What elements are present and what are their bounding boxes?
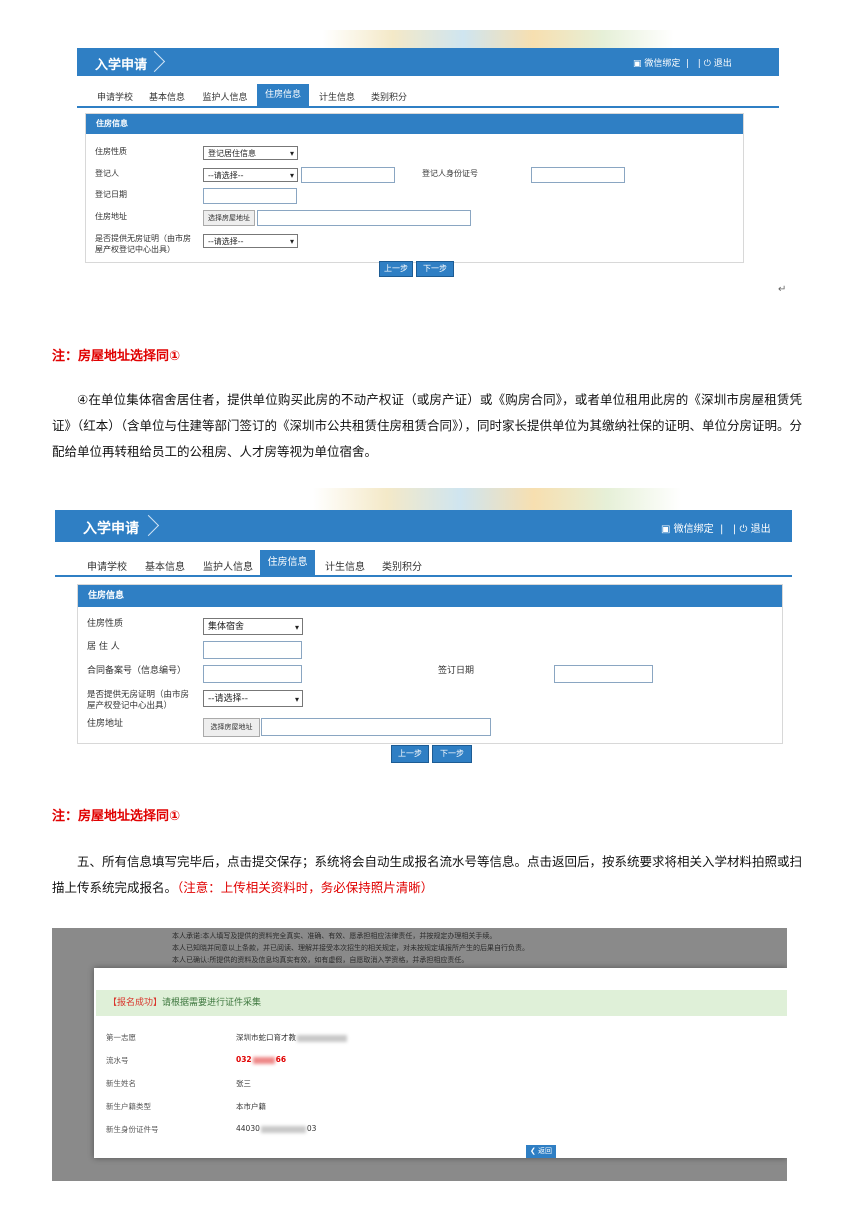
- success-prefix: 【报名成功】: [108, 998, 163, 1008]
- background-commitment-line: 本人已确认:所提供的资料及信息均真实有效，如有虚假，自愿取消入学资格，并承担相应…: [172, 956, 469, 964]
- sign-date-input[interactable]: [554, 665, 653, 683]
- housing-panel: 住房信息 住房性质 集体宿舍 居 住 人 合同备案号（信息编号） 签订日期 是否…: [77, 584, 783, 744]
- decorative-banner: [77, 30, 779, 48]
- wechat-icon: ▣: [633, 59, 645, 69]
- app-header: 入学申请 ▣ 微信绑定 | | ⏻ 退出: [55, 510, 792, 542]
- housing-nature-label: 住房性质: [95, 147, 127, 156]
- resident-input[interactable]: [203, 641, 302, 659]
- redacted-mark: [297, 1034, 347, 1042]
- student-name-value: 张三: [236, 1079, 251, 1088]
- app-title: 入学申请: [83, 521, 139, 537]
- housing-panel: 住房信息 住房性质 登记居住信息 登记人 --请选择-- 登记人身份证号 登记日…: [85, 113, 744, 263]
- registrant-label: 登记人: [95, 169, 119, 178]
- app-header: 入学申请 ▣ 微信绑定 | | ⏻ 退出: [77, 48, 779, 76]
- tab-school[interactable]: 申请学校: [81, 558, 133, 573]
- tab-family-planning[interactable]: 计生信息: [313, 90, 361, 103]
- tab-category-points[interactable]: 类别积分: [365, 90, 413, 103]
- header-actions: ▣ 微信绑定 | | ⏻ 退出: [633, 59, 732, 69]
- power-icon: ⏻: [739, 524, 748, 535]
- prev-step-button[interactable]: 上一步: [379, 261, 413, 277]
- registrant-select[interactable]: --请选择--: [203, 168, 298, 183]
- logout-link[interactable]: 退出: [714, 59, 732, 69]
- back-button[interactable]: ❮ 返回: [526, 1145, 556, 1158]
- address-label: 住房地址: [95, 212, 127, 221]
- redacted-mark: [252, 1056, 275, 1064]
- no-house-proof-select[interactable]: --请选择--: [203, 234, 298, 249]
- no-house-proof-select[interactable]: --请选择--: [203, 690, 303, 708]
- registrant-id-input[interactable]: [531, 167, 625, 183]
- background-commitment-line: 本人承诺:本人填写及提供的资料完全真实、准确、有效、愿承担相应法律责任，并按规定…: [172, 932, 497, 940]
- power-icon: ⏻: [703, 59, 711, 69]
- serial-number-value: 032 66: [236, 1055, 287, 1064]
- header-actions: ▣ 微信绑定 | | ⏻ 退出: [661, 524, 771, 535]
- address-label: 住房地址: [87, 719, 124, 729]
- note-address-2: 注：房屋地址选择同①: [52, 809, 181, 824]
- tab-guardian[interactable]: 监护人信息: [199, 558, 257, 573]
- screenshot-housing-dormitory: 入学申请 ▣ 微信绑定 | | ⏻ 退出 申请学校 基本信息 监护人信息 住房信…: [55, 488, 792, 763]
- tab-family-planning[interactable]: 计生信息: [320, 558, 370, 573]
- student-id-value: 44030 03: [236, 1124, 317, 1133]
- success-text: 请根据需要进行证件采集: [162, 998, 262, 1008]
- select-address-button[interactable]: 选择房屋地址: [203, 718, 260, 737]
- return-mark: ↵: [778, 284, 787, 295]
- redacted-mark: [260, 1125, 306, 1133]
- tab-basic-info[interactable]: 基本信息: [139, 558, 191, 573]
- tab-bar: 申请学校 基本信息 监护人信息 住房信息 计生信息 类别积分: [55, 550, 792, 577]
- next-step-button[interactable]: 下一步: [432, 745, 472, 763]
- registrant-id-label: 登记人身份证号: [422, 169, 478, 178]
- no-house-proof-label: 是否提供无房证明（由市房屋产权登记中心出具）: [95, 234, 191, 254]
- chevron-right-icon: [143, 50, 166, 73]
- background-commitment-line: 本人已知晓并同意以上条款，并已阅读、理解并接受本次招生的相关规定，对未按规定填报…: [172, 944, 529, 952]
- tab-category-points[interactable]: 类别积分: [377, 558, 427, 573]
- chevron-left-icon: ❮: [529, 1147, 539, 1155]
- sign-date-label: 签订日期: [438, 666, 475, 676]
- housing-nature-label: 住房性质: [87, 619, 124, 629]
- chevron-right-icon: [137, 514, 160, 537]
- tab-guardian[interactable]: 监护人信息: [197, 90, 253, 103]
- success-banner: 【报名成功】请根据需要进行证件采集: [96, 990, 787, 1016]
- no-house-proof-label: 是否提供无房证明（由市房屋产权登记中心出具）: [87, 690, 190, 711]
- registrant-input[interactable]: [301, 167, 395, 183]
- first-choice-label: 第一志愿: [106, 1033, 136, 1042]
- contract-number-label: 合同备案号（信息编号）: [87, 666, 187, 676]
- screenshot-housing-registered: 入学申请 ▣ 微信绑定 | | ⏻ 退出 申请学校 基本信息 监护人信息 住房信…: [77, 30, 779, 277]
- wechat-icon: ▣: [661, 524, 674, 535]
- address-input[interactable]: [257, 210, 471, 226]
- app-title: 入学申请: [95, 58, 148, 73]
- decorative-banner: [55, 488, 792, 510]
- select-address-button[interactable]: 选择房屋地址: [203, 210, 255, 226]
- paragraph-submit-warning: （注意：上传相关资料时，务必保持照片清晰）: [177, 880, 434, 895]
- first-choice-value: 深圳市蛇口育才教: [236, 1032, 348, 1043]
- tab-housing[interactable]: 住房信息: [260, 550, 315, 575]
- paragraph-dormitory: ④在单位集体宿舍居住者，提供单位购买此房的不动产权证（或房产证）或《购房合同》，…: [52, 392, 803, 459]
- student-id-label: 新生身份证件号: [106, 1125, 159, 1134]
- household-type-value: 本市户籍: [236, 1102, 266, 1111]
- wechat-bind-link[interactable]: 微信绑定: [644, 59, 680, 69]
- household-type-label: 新生户籍类型: [106, 1102, 151, 1111]
- note-address-1: 注：房屋地址选择同①: [52, 349, 181, 364]
- panel-title: 住房信息: [86, 114, 743, 134]
- tab-basic-info[interactable]: 基本信息: [143, 90, 191, 103]
- next-step-button[interactable]: 下一步: [416, 261, 454, 277]
- success-dialog: 【报名成功】请根据需要进行证件采集 第一志愿 深圳市蛇口育才教 流水号 032 6…: [94, 968, 787, 1158]
- register-date-input[interactable]: [203, 188, 297, 204]
- tab-housing[interactable]: 住房信息: [257, 84, 309, 106]
- address-input[interactable]: [261, 718, 491, 736]
- tab-school[interactable]: 申请学校: [89, 90, 141, 103]
- logout-link[interactable]: 退出: [751, 524, 771, 535]
- panel-title: 住房信息: [78, 585, 782, 607]
- student-name-label: 新生姓名: [106, 1079, 136, 1088]
- serial-number-label: 流水号: [106, 1056, 129, 1065]
- prev-step-button[interactable]: 上一步: [391, 745, 429, 763]
- paragraph-submit: 五、所有信息填写完毕后，点击提交保存；系统将会自动生成报名流水号等信息。点击返回…: [52, 849, 802, 901]
- resident-label: 居 住 人: [87, 642, 120, 652]
- contract-number-input[interactable]: [203, 665, 302, 683]
- housing-nature-select[interactable]: 登记居住信息: [203, 146, 298, 161]
- wechat-bind-link[interactable]: 微信绑定: [674, 524, 714, 535]
- screenshot-registration-success: 本人承诺:本人填写及提供的资料完全真实、准确、有效、愿承担相应法律责任，并按规定…: [52, 928, 787, 1181]
- tab-bar: 申请学校 基本信息 监护人信息 住房信息 计生信息 类别积分: [77, 84, 779, 108]
- register-date-label: 登记日期: [95, 190, 127, 199]
- housing-nature-select[interactable]: 集体宿舍: [203, 618, 303, 636]
